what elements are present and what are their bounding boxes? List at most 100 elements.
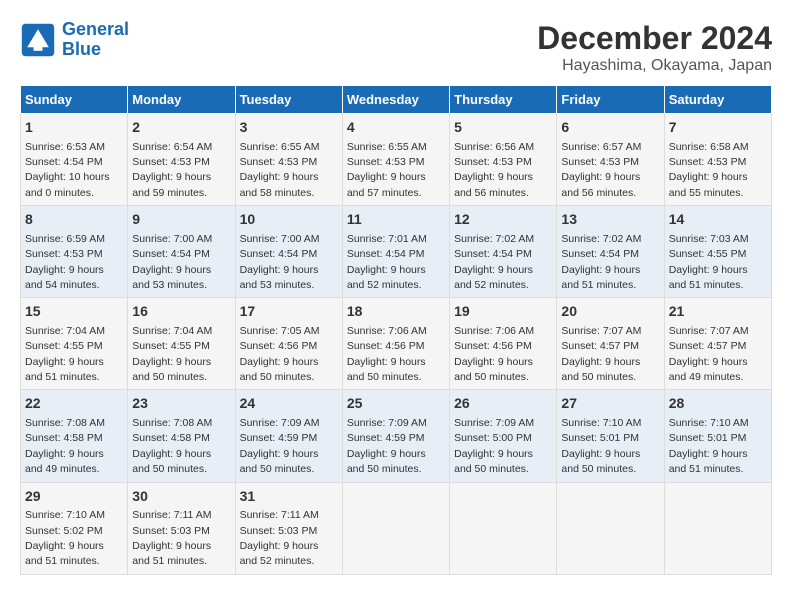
day-info: Sunrise: 7:09 AMSunset: 4:59 PMDaylight:… (240, 417, 320, 475)
day-info: Sunrise: 7:11 AMSunset: 5:03 PMDaylight:… (132, 509, 211, 567)
day-number: 4 (347, 118, 445, 138)
logo-blue: Blue (62, 39, 101, 59)
day-info: Sunrise: 6:57 AMSunset: 4:53 PMDaylight:… (561, 141, 641, 199)
day-number: 1 (25, 118, 123, 138)
day-number: 20 (561, 302, 659, 322)
day-info: Sunrise: 7:00 AMSunset: 4:54 PMDaylight:… (240, 233, 320, 291)
calendar-cell (450, 482, 557, 574)
day-info: Sunrise: 7:10 AMSunset: 5:01 PMDaylight:… (561, 417, 641, 475)
calendar-cell: 28 Sunrise: 7:10 AMSunset: 5:01 PMDaylig… (664, 390, 771, 482)
calendar-cell: 23 Sunrise: 7:08 AMSunset: 4:58 PMDaylig… (128, 390, 235, 482)
day-number: 14 (669, 210, 767, 230)
day-number: 5 (454, 118, 552, 138)
calendar-week-row: 1 Sunrise: 6:53 AMSunset: 4:54 PMDayligh… (21, 114, 772, 206)
weekday-header-saturday: Saturday (664, 86, 771, 114)
weekday-header-wednesday: Wednesday (342, 86, 449, 114)
calendar-cell: 5 Sunrise: 6:56 AMSunset: 4:53 PMDayligh… (450, 114, 557, 206)
day-number: 2 (132, 118, 230, 138)
calendar-cell: 1 Sunrise: 6:53 AMSunset: 4:54 PMDayligh… (21, 114, 128, 206)
weekday-header-sunday: Sunday (21, 86, 128, 114)
calendar-cell: 18 Sunrise: 7:06 AMSunset: 4:56 PMDaylig… (342, 298, 449, 390)
day-info: Sunrise: 7:06 AMSunset: 4:56 PMDaylight:… (454, 325, 534, 383)
calendar-cell: 17 Sunrise: 7:05 AMSunset: 4:56 PMDaylig… (235, 298, 342, 390)
day-number: 10 (240, 210, 338, 230)
day-number: 15 (25, 302, 123, 322)
calendar-cell: 19 Sunrise: 7:06 AMSunset: 4:56 PMDaylig… (450, 298, 557, 390)
day-number: 19 (454, 302, 552, 322)
calendar-cell: 20 Sunrise: 7:07 AMSunset: 4:57 PMDaylig… (557, 298, 664, 390)
day-info: Sunrise: 7:08 AMSunset: 4:58 PMDaylight:… (25, 417, 105, 475)
calendar-cell: 9 Sunrise: 7:00 AMSunset: 4:54 PMDayligh… (128, 206, 235, 298)
weekday-header-tuesday: Tuesday (235, 86, 342, 114)
day-number: 12 (454, 210, 552, 230)
day-info: Sunrise: 7:04 AMSunset: 4:55 PMDaylight:… (25, 325, 105, 383)
weekday-header-monday: Monday (128, 86, 235, 114)
day-info: Sunrise: 6:55 AMSunset: 4:53 PMDaylight:… (347, 141, 427, 199)
calendar-cell: 22 Sunrise: 7:08 AMSunset: 4:58 PMDaylig… (21, 390, 128, 482)
page-title: December 2024 (537, 20, 772, 57)
page-header: General Blue December 2024 Hayashima, Ok… (20, 20, 772, 75)
day-info: Sunrise: 7:09 AMSunset: 5:00 PMDaylight:… (454, 417, 534, 475)
day-info: Sunrise: 7:02 AMSunset: 4:54 PMDaylight:… (561, 233, 641, 291)
day-number: 6 (561, 118, 659, 138)
day-number: 16 (132, 302, 230, 322)
day-info: Sunrise: 6:54 AMSunset: 4:53 PMDaylight:… (132, 141, 212, 199)
day-info: Sunrise: 7:01 AMSunset: 4:54 PMDaylight:… (347, 233, 427, 291)
day-number: 7 (669, 118, 767, 138)
day-number: 28 (669, 394, 767, 414)
calendar-cell (342, 482, 449, 574)
weekday-header-friday: Friday (557, 86, 664, 114)
day-info: Sunrise: 7:11 AMSunset: 5:03 PMDaylight:… (240, 509, 319, 567)
day-number: 8 (25, 210, 123, 230)
day-info: Sunrise: 7:07 AMSunset: 4:57 PMDaylight:… (561, 325, 641, 383)
day-number: 27 (561, 394, 659, 414)
day-info: Sunrise: 6:58 AMSunset: 4:53 PMDaylight:… (669, 141, 749, 199)
day-number: 13 (561, 210, 659, 230)
day-number: 26 (454, 394, 552, 414)
day-info: Sunrise: 6:59 AMSunset: 4:53 PMDaylight:… (25, 233, 105, 291)
calendar-week-row: 22 Sunrise: 7:08 AMSunset: 4:58 PMDaylig… (21, 390, 772, 482)
day-info: Sunrise: 7:10 AMSunset: 5:01 PMDaylight:… (669, 417, 749, 475)
day-info: Sunrise: 7:10 AMSunset: 5:02 PMDaylight:… (25, 509, 105, 567)
calendar-cell: 31 Sunrise: 7:11 AMSunset: 5:03 PMDaylig… (235, 482, 342, 574)
calendar-cell: 13 Sunrise: 7:02 AMSunset: 4:54 PMDaylig… (557, 206, 664, 298)
day-number: 25 (347, 394, 445, 414)
day-number: 17 (240, 302, 338, 322)
calendar-cell: 24 Sunrise: 7:09 AMSunset: 4:59 PMDaylig… (235, 390, 342, 482)
calendar-cell: 2 Sunrise: 6:54 AMSunset: 4:53 PMDayligh… (128, 114, 235, 206)
calendar-cell: 7 Sunrise: 6:58 AMSunset: 4:53 PMDayligh… (664, 114, 771, 206)
calendar-cell (664, 482, 771, 574)
day-info: Sunrise: 6:55 AMSunset: 4:53 PMDaylight:… (240, 141, 320, 199)
day-info: Sunrise: 7:04 AMSunset: 4:55 PMDaylight:… (132, 325, 212, 383)
day-number: 22 (25, 394, 123, 414)
calendar-cell: 12 Sunrise: 7:02 AMSunset: 4:54 PMDaylig… (450, 206, 557, 298)
logo: General Blue (20, 20, 129, 60)
day-info: Sunrise: 7:08 AMSunset: 4:58 PMDaylight:… (132, 417, 212, 475)
day-info: Sunrise: 6:53 AMSunset: 4:54 PMDaylight:… (25, 141, 110, 199)
calendar-cell: 26 Sunrise: 7:09 AMSunset: 5:00 PMDaylig… (450, 390, 557, 482)
logo-icon (20, 22, 56, 58)
calendar-cell: 25 Sunrise: 7:09 AMSunset: 4:59 PMDaylig… (342, 390, 449, 482)
day-info: Sunrise: 6:56 AMSunset: 4:53 PMDaylight:… (454, 141, 534, 199)
calendar-cell (557, 482, 664, 574)
day-info: Sunrise: 7:07 AMSunset: 4:57 PMDaylight:… (669, 325, 749, 383)
day-number: 24 (240, 394, 338, 414)
day-number: 11 (347, 210, 445, 230)
day-number: 3 (240, 118, 338, 138)
weekday-header-row: SundayMondayTuesdayWednesdayThursdayFrid… (21, 86, 772, 114)
page-subtitle: Hayashima, Okayama, Japan (537, 57, 772, 75)
day-number: 18 (347, 302, 445, 322)
weekday-header-thursday: Thursday (450, 86, 557, 114)
title-block: December 2024 Hayashima, Okayama, Japan (537, 20, 772, 75)
day-number: 21 (669, 302, 767, 322)
calendar-week-row: 15 Sunrise: 7:04 AMSunset: 4:55 PMDaylig… (21, 298, 772, 390)
day-info: Sunrise: 7:02 AMSunset: 4:54 PMDaylight:… (454, 233, 534, 291)
day-number: 31 (240, 487, 338, 507)
day-info: Sunrise: 7:09 AMSunset: 4:59 PMDaylight:… (347, 417, 427, 475)
calendar-week-row: 29 Sunrise: 7:10 AMSunset: 5:02 PMDaylig… (21, 482, 772, 574)
calendar-cell: 29 Sunrise: 7:10 AMSunset: 5:02 PMDaylig… (21, 482, 128, 574)
calendar-cell: 27 Sunrise: 7:10 AMSunset: 5:01 PMDaylig… (557, 390, 664, 482)
calendar-cell: 30 Sunrise: 7:11 AMSunset: 5:03 PMDaylig… (128, 482, 235, 574)
calendar-cell: 16 Sunrise: 7:04 AMSunset: 4:55 PMDaylig… (128, 298, 235, 390)
logo-general: General (62, 19, 129, 39)
